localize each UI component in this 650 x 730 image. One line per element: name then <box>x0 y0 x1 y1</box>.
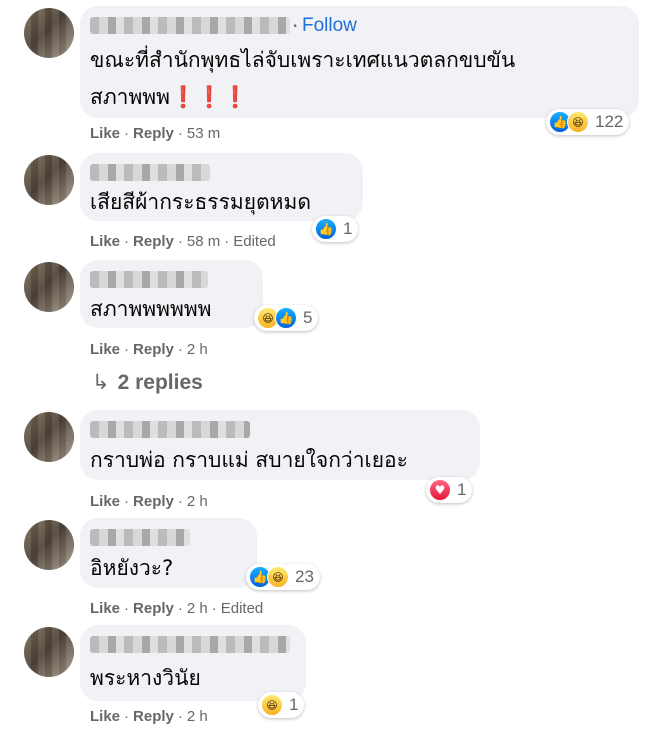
commenter-avatar[interactable] <box>24 262 74 312</box>
reaction-summary[interactable]: 👍 😆 122 <box>546 109 630 135</box>
reaction-summary[interactable]: 👍 1 <box>312 216 359 242</box>
exclamation-emoji: ❗❗❗ <box>169 85 249 109</box>
separator-dot: · <box>124 493 130 510</box>
separator-dot: · <box>211 600 217 617</box>
reaction-summary[interactable]: 😆 1 <box>258 692 305 718</box>
separator-dot: · <box>124 341 130 358</box>
comment-bubble: พระหางวินัย <box>80 625 306 701</box>
comment-text-line2: สภาพพพ❗❗❗ <box>90 78 248 116</box>
like-button[interactable]: Like <box>90 125 120 142</box>
reply-button[interactable]: Reply <box>133 493 174 510</box>
separator-dot: · <box>177 708 183 725</box>
commenter-avatar[interactable] <box>24 412 74 462</box>
commenter-name[interactable] <box>90 421 250 438</box>
reaction-summary[interactable]: 😆 👍 5 <box>254 305 319 331</box>
like-icon: 👍 <box>275 307 297 329</box>
comment-actions: Like · Reply · 53 m <box>90 125 220 142</box>
separator-dot: · <box>177 125 183 142</box>
separator-dot: · <box>124 600 130 617</box>
comment-text: อิหยังวะ? <box>90 556 174 580</box>
like-button[interactable]: Like <box>90 600 120 617</box>
reply-button[interactable]: Reply <box>133 600 174 617</box>
love-icon: ♥ <box>429 479 451 501</box>
comment-text-part: สภาพพพ <box>90 85 170 109</box>
comment-bubble: อิหยังวะ? <box>80 518 257 588</box>
separator-dot: · <box>224 233 230 250</box>
reply-button[interactable]: Reply <box>133 708 174 725</box>
commenter-avatar[interactable] <box>24 520 74 570</box>
comment-bubble: · Follow ขณะที่สำนักพุทธไล่จับเพราะเทศแน… <box>80 6 639 118</box>
reaction-count: 1 <box>289 695 299 714</box>
commenter-name[interactable] <box>90 271 208 288</box>
reply-button[interactable]: Reply <box>133 341 174 358</box>
comment-actions: Like · Reply · 2 h <box>90 341 208 358</box>
separator-dot: · <box>292 14 299 38</box>
like-button[interactable]: Like <box>90 233 120 250</box>
commenter-avatar[interactable] <box>24 627 74 677</box>
comment-text: เสียสีผ้ากระธรรมยุตหมด <box>90 190 311 214</box>
commenter-avatar[interactable] <box>24 155 74 205</box>
comment-actions: Like · Reply · 2 h <box>90 708 208 725</box>
commenter-name[interactable] <box>90 164 210 181</box>
comment-text: กราบพ่อ กราบแม่ สบายใจกว่าเยอะ <box>90 448 408 472</box>
comment-text: พระหางวินัย <box>90 666 201 690</box>
reply-button[interactable]: Reply <box>133 233 174 250</box>
replies-label: 2 replies <box>117 371 203 394</box>
reaction-count: 1 <box>343 219 353 238</box>
comment-text: ขณะที่สำนักพุทธไล่จับเพราะเทศแนวตลกขบขัน <box>90 48 516 72</box>
follow-button[interactable]: Follow <box>302 15 357 37</box>
timestamp[interactable]: 2 h <box>187 341 208 358</box>
commenter-name[interactable] <box>90 17 290 34</box>
commenter-name[interactable] <box>90 529 190 546</box>
timestamp[interactable]: 2 h <box>187 600 208 617</box>
timestamp[interactable]: 2 h <box>187 493 208 510</box>
like-icon: 👍 <box>315 218 337 240</box>
like-button[interactable]: Like <box>90 708 120 725</box>
separator-dot: · <box>177 600 183 617</box>
comment-actions: Like · Reply · 2 h <box>90 493 208 510</box>
separator-dot: · <box>124 233 130 250</box>
reaction-count: 5 <box>303 308 313 327</box>
reaction-count: 122 <box>595 112 624 131</box>
comment-bubble: เสียสีผ้ากระธรรมยุตหมด <box>80 153 363 221</box>
haha-icon: 😆 <box>261 694 283 716</box>
reply-arrow-icon: ↳ <box>92 371 110 394</box>
comment-actions: Like · Reply · 58 m · Edited <box>90 233 276 250</box>
haha-icon: 😆 <box>567 111 589 133</box>
edited-label: Edited <box>220 600 264 617</box>
like-button[interactable]: Like <box>90 341 120 358</box>
comment-text: สภาพพพพพพ <box>90 297 212 321</box>
separator-dot: · <box>177 233 183 250</box>
view-replies-link[interactable]: ↳ 2 replies <box>92 370 203 395</box>
separator-dot: · <box>177 341 183 358</box>
reaction-summary[interactable]: ♥ 1 <box>426 477 473 503</box>
comment-actions: Like · Reply · 2 h · Edited <box>90 600 263 617</box>
reaction-count: 23 <box>295 567 314 586</box>
edited-label: Edited <box>233 233 276 250</box>
timestamp[interactable]: 58 m <box>187 233 220 250</box>
timestamp[interactable]: 53 m <box>187 125 220 142</box>
timestamp[interactable]: 2 h <box>187 708 208 725</box>
commenter-name[interactable] <box>90 636 290 653</box>
like-button[interactable]: Like <box>90 493 120 510</box>
reaction-count: 1 <box>457 480 467 499</box>
separator-dot: · <box>124 708 130 725</box>
separator-dot: · <box>124 125 130 142</box>
reaction-summary[interactable]: 👍 😆 23 <box>246 564 320 590</box>
commenter-avatar[interactable] <box>24 8 74 58</box>
reply-button[interactable]: Reply <box>133 125 174 142</box>
haha-icon: 😆 <box>267 566 289 588</box>
separator-dot: · <box>177 493 183 510</box>
comment-bubble: สภาพพพพพพ <box>80 260 263 328</box>
comment-bubble: กราบพ่อ กราบแม่ สบายใจกว่าเยอะ <box>80 410 480 480</box>
